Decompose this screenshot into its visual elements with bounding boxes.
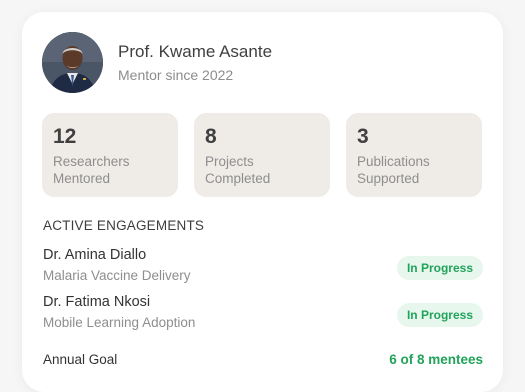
status-badge: In Progress	[396, 303, 483, 327]
stat-label: Projects Completed	[205, 153, 320, 187]
stat-label-line: Projects	[205, 154, 254, 169]
stat-label-line: Supported	[357, 171, 420, 186]
stat-label-line: Publications	[357, 154, 430, 169]
stat-value: 8	[205, 125, 217, 148]
profile-header: Prof. Kwame Asante Mentor since 2022	[42, 32, 272, 93]
stats-row: 12 Researchers Mentored 8 Projects Compl…	[42, 113, 482, 197]
annual-goal-value: 6 of 8 mentees	[389, 352, 483, 367]
stat-publications-supported: 3 Publications Supported	[346, 113, 482, 197]
mentor-profile-card: Prof. Kwame Asante Mentor since 2022 12 …	[22, 12, 503, 392]
stat-label-line: Completed	[205, 171, 271, 186]
stat-label: Publications Supported	[357, 153, 472, 187]
stat-researchers-mentored: 12 Researchers Mentored	[42, 113, 178, 197]
annual-goal-row: Annual Goal 6 of 8 mentees	[43, 352, 483, 367]
engagement-item[interactable]: Dr. Fatima Nkosi Mobile Learning Adoptio…	[43, 293, 483, 337]
engagement-item[interactable]: Dr. Amina Diallo Malaria Vaccine Deliver…	[43, 246, 483, 290]
mentor-name: Prof. Kwame Asante	[118, 42, 273, 61]
section-title-active-engagements: ACTIVE ENGAGEMENTS	[43, 218, 205, 233]
mentor-since: Mentor since 2022	[118, 67, 234, 83]
status-badge: In Progress	[396, 256, 483, 280]
avatar[interactable]	[42, 32, 103, 93]
stat-label: Researchers Mentored	[53, 153, 168, 187]
stat-label-line: Mentored	[53, 171, 111, 186]
stat-projects-completed: 8 Projects Completed	[194, 113, 330, 197]
stat-label-line: Researchers	[53, 154, 130, 169]
stat-value: 12	[53, 125, 77, 148]
annual-goal-label: Annual Goal	[43, 352, 118, 367]
stat-value: 3	[357, 125, 369, 148]
profile-text: Prof. Kwame Asante Mentor since 2022	[118, 41, 272, 84]
